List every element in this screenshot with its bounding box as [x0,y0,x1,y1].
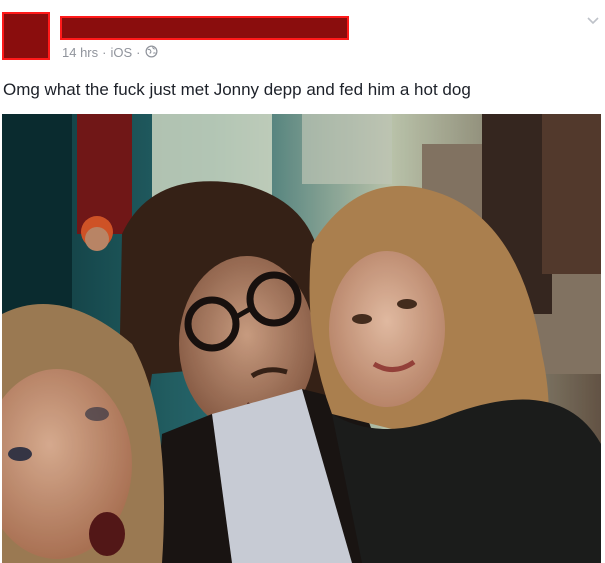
post-text: Omg what the fuck just met Jonny depp an… [3,80,471,99]
chevron-down-icon[interactable] [584,12,602,30]
author-avatar-redacted[interactable] [2,12,50,60]
post-timestamp[interactable]: 14 hrs [62,45,98,60]
globe-icon[interactable] [145,45,159,59]
meta-separator: · [136,44,141,60]
post-meta: 14 hrs · iOS · [62,43,159,61]
meta-separator: · [102,44,107,60]
author-name-redacted[interactable] [60,16,349,40]
post-source: iOS [110,44,133,60]
post-photo[interactable] [2,114,601,563]
